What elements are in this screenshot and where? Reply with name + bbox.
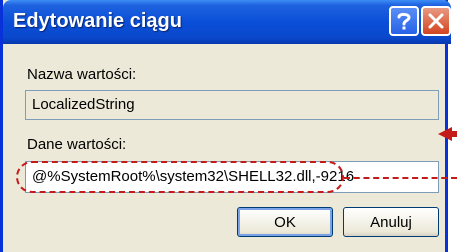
value-data-label: Dane wartości: — [27, 136, 127, 153]
question-mark-icon — [395, 11, 413, 31]
annotation-dashed-line — [344, 177, 457, 179]
cancel-button[interactable]: Anuluj — [343, 207, 439, 237]
value-name-label: Nazwa wartości: — [27, 66, 137, 83]
close-button[interactable] — [421, 6, 451, 36]
help-button[interactable] — [389, 6, 419, 36]
value-name-field: LocalizedString — [25, 90, 439, 120]
title-bar[interactable]: Edytowanie ciągu — [3, 0, 451, 44]
annotation-arrow-tail — [450, 131, 457, 137]
ok-button[interactable]: OK — [237, 207, 333, 237]
dialog-title: Edytowanie ciągu — [13, 10, 182, 32]
edit-string-dialog: Edytowanie ciągu Nazwa wartości: Localiz… — [0, 0, 451, 252]
close-x-icon — [428, 13, 444, 29]
